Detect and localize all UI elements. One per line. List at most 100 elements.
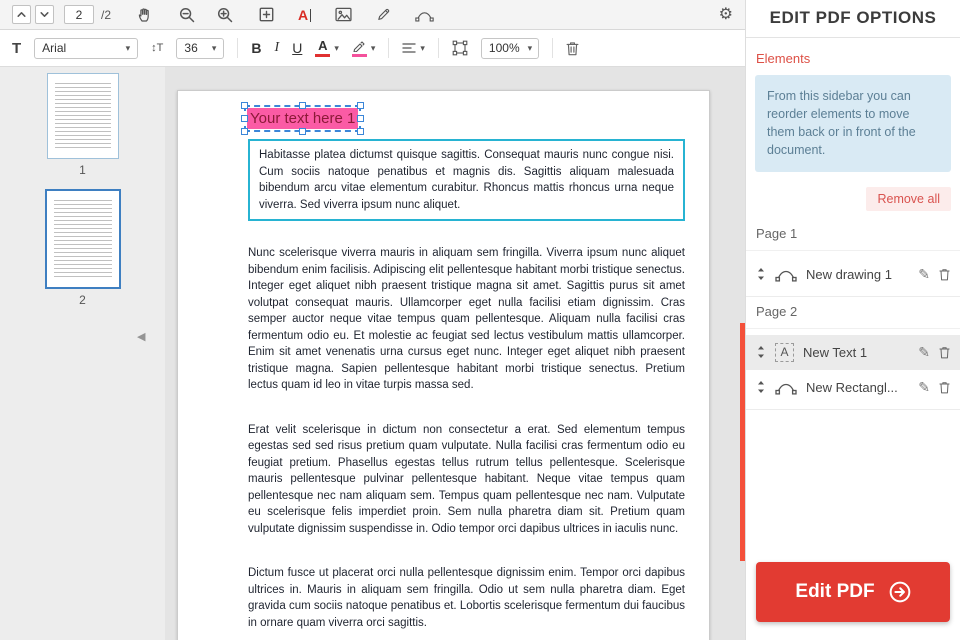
underline-button[interactable]: U bbox=[292, 40, 302, 56]
resize-handle[interactable] bbox=[241, 102, 248, 109]
caret-down-icon: ▾ bbox=[527, 42, 533, 53]
image-tool-icon[interactable] bbox=[335, 7, 352, 22]
gear-icon[interactable]: ⚙ bbox=[719, 6, 733, 23]
page-1-items: New drawing 1 ✎ bbox=[746, 251, 960, 292]
panel-collapse-icon[interactable]: ◀ bbox=[137, 330, 145, 343]
resize-handle[interactable] bbox=[357, 114, 365, 122]
text-format-icon: T bbox=[12, 39, 22, 57]
fill-color-button[interactable]: ▾ bbox=[351, 40, 376, 57]
zoom-level-select[interactable]: 100% ▾ bbox=[480, 37, 539, 59]
page-nav-group: /2 bbox=[12, 5, 111, 24]
thumbnail-panel: 1 2 bbox=[0, 67, 165, 640]
caret-down-icon: ▾ bbox=[420, 42, 425, 53]
add-element-icon[interactable] bbox=[259, 7, 274, 22]
page-text-content: Habitasse platea dictumst quisque sagitt… bbox=[248, 139, 685, 640]
toolbar-divider bbox=[388, 38, 390, 58]
page-total-label: /2 bbox=[101, 7, 112, 22]
insert-tools-group: A bbox=[259, 7, 434, 22]
zoom-in-icon[interactable] bbox=[217, 7, 233, 23]
drawing-element-icon bbox=[775, 379, 797, 395]
drag-handle-icon[interactable] bbox=[756, 267, 766, 281]
drag-handle-icon[interactable] bbox=[756, 380, 766, 394]
text-tool-letter: A bbox=[298, 6, 309, 23]
info-box: From this sidebar you can reorder elemen… bbox=[755, 75, 951, 172]
resize-handle[interactable] bbox=[241, 128, 248, 135]
text-cursor-bar bbox=[309, 8, 312, 22]
drag-handle-icon[interactable] bbox=[756, 345, 766, 359]
paragraph: Dictum fusce ut placerat orci nulla pell… bbox=[248, 567, 685, 629]
page-1-group: Page 1 New drawing 1 ✎ bbox=[746, 219, 960, 297]
thumbnail-text-preview bbox=[54, 83, 111, 150]
fit-page-icon[interactable] bbox=[452, 40, 468, 56]
toolbar-divider bbox=[437, 38, 439, 58]
delete-element-icon[interactable] bbox=[939, 381, 950, 394]
element-row-new-drawing-1[interactable]: New drawing 1 ✎ bbox=[746, 257, 960, 292]
bold-button[interactable]: B bbox=[251, 40, 261, 56]
element-name: New Rectangl... bbox=[806, 379, 898, 395]
elements-heading: Elements bbox=[756, 51, 811, 66]
edit-element-icon[interactable]: ✎ bbox=[918, 380, 930, 394]
text-element-value[interactable]: Your text here 1 bbox=[247, 108, 359, 129]
page-thumbnail-1[interactable] bbox=[46, 73, 119, 159]
align-left-icon bbox=[402, 42, 417, 54]
page-up-button[interactable] bbox=[12, 5, 31, 24]
text-tool-icon[interactable]: A bbox=[298, 6, 312, 23]
selected-text-element[interactable]: Your text here 1 bbox=[241, 102, 365, 135]
text-element-icon: A bbox=[775, 342, 794, 362]
page-down-button[interactable] bbox=[35, 5, 54, 24]
main-toolbar: /2 A ⚙ bbox=[0, 0, 745, 30]
resize-handle[interactable] bbox=[357, 102, 365, 109]
font-size-select[interactable]: 36 ▾ bbox=[176, 37, 225, 59]
page-2-group: Page 2 A New Text 1 ✎ New Rectangl... ✎ bbox=[746, 297, 960, 410]
zoom-group bbox=[179, 7, 233, 23]
caret-down-icon: ▾ bbox=[125, 42, 131, 53]
shapes-tool-icon[interactable] bbox=[415, 8, 434, 22]
font-family-select[interactable]: Arial ▾ bbox=[34, 37, 139, 59]
italic-button[interactable]: I bbox=[275, 40, 280, 56]
caret-down-icon: ▾ bbox=[334, 42, 339, 53]
page-number-input[interactable] bbox=[64, 5, 94, 24]
delete-element-icon[interactable] bbox=[939, 346, 950, 359]
resize-handle[interactable] bbox=[298, 102, 306, 109]
paragraph: Nunc scelerisque viverra mauris in aliqu… bbox=[248, 247, 685, 391]
thumbnail-text-preview bbox=[53, 200, 112, 279]
remove-all-button[interactable]: Remove all bbox=[866, 186, 951, 211]
arrow-right-circle-icon bbox=[889, 581, 911, 603]
paragraph: Erat velit scelerisque in dictum non con… bbox=[248, 423, 685, 535]
toolbar-divider bbox=[551, 38, 553, 58]
element-name: New Text 1 bbox=[803, 344, 868, 360]
selected-rectangle-element[interactable]: Habitasse platea dictumst quisque sagitt… bbox=[248, 139, 685, 221]
delete-element-icon[interactable] bbox=[566, 41, 579, 56]
font-color-button[interactable]: A ▾ bbox=[315, 39, 339, 57]
hand-pan-icon[interactable] bbox=[137, 7, 153, 23]
fill-color-icon bbox=[351, 40, 367, 57]
edit-options-sidebar: EDIT PDF OPTIONS Elements From this side… bbox=[745, 0, 960, 640]
page-thumbnail-2[interactable] bbox=[44, 189, 121, 289]
font-family-value: Arial bbox=[42, 41, 67, 55]
thumbnail-label-1: 1 bbox=[79, 163, 86, 177]
font-color-bar bbox=[315, 54, 331, 57]
element-row-new-text-1[interactable]: A New Text 1 ✎ bbox=[746, 334, 960, 370]
zoom-out-icon[interactable] bbox=[179, 7, 195, 23]
page-1-label: Page 1 bbox=[746, 219, 960, 251]
page-2-label: Page 2 bbox=[746, 297, 960, 329]
delete-element-icon[interactable] bbox=[939, 268, 950, 281]
resize-handle[interactable] bbox=[241, 114, 248, 122]
edit-element-icon[interactable]: ✎ bbox=[918, 267, 930, 281]
chevron-down-icon bbox=[39, 9, 50, 20]
font-color-icon: A bbox=[315, 39, 331, 57]
element-name: New drawing 1 bbox=[806, 266, 892, 282]
drawing-element-icon bbox=[775, 266, 797, 282]
zoom-level-value: 100% bbox=[488, 41, 520, 55]
element-row-new-rectangle[interactable]: New Rectangl... ✎ bbox=[746, 370, 960, 405]
resize-handle[interactable] bbox=[298, 128, 306, 135]
align-button[interactable]: ▾ bbox=[402, 42, 425, 54]
edit-element-icon[interactable]: ✎ bbox=[918, 345, 930, 359]
sidebar-title: EDIT PDF OPTIONS bbox=[746, 0, 960, 38]
caret-down-icon: ▾ bbox=[370, 42, 376, 53]
font-size-icon: ↕T bbox=[151, 42, 164, 54]
caret-down-icon: ▾ bbox=[211, 42, 217, 53]
resize-handle[interactable] bbox=[357, 128, 365, 135]
pencil-tool-icon[interactable] bbox=[376, 7, 391, 22]
edit-pdf-button[interactable]: Edit PDF bbox=[756, 562, 950, 622]
